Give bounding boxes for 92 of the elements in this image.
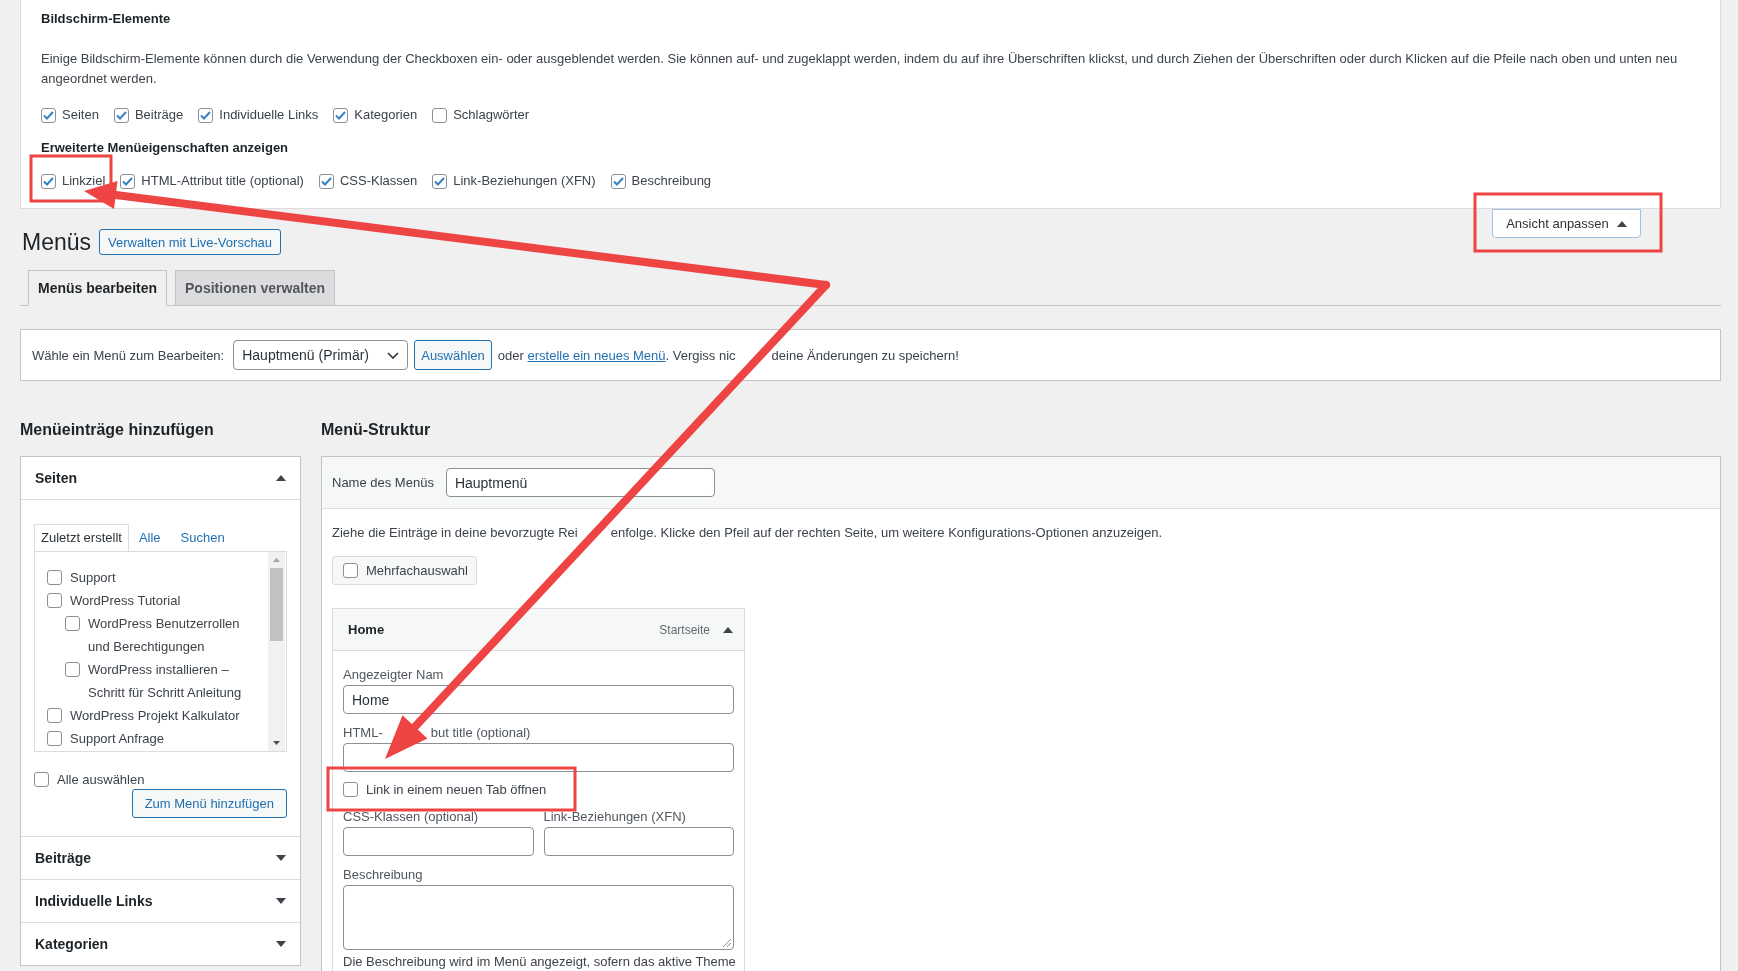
caret-down-icon[interactable] (273, 741, 280, 745)
checkbox[interactable] (47, 731, 62, 746)
checkbox[interactable] (432, 107, 448, 123)
filter-tab[interactable]: Suchen (170, 525, 235, 551)
checkbox[interactable] (610, 173, 626, 189)
field-label: CSS-Klassen (optional) (343, 809, 479, 824)
checkbox[interactable] (318, 173, 334, 189)
page-item-label: WordPress Tutorial (70, 592, 181, 610)
page-title: Menüs (22, 229, 92, 255)
field-label: Beschreibung (343, 867, 423, 882)
field-label: Name des Menüs (332, 475, 434, 490)
select-button[interactable]: Auswählen (414, 340, 492, 370)
section-heading: Menü-Struktur (321, 420, 432, 440)
screen-options-button[interactable]: Ansicht anpassen (1492, 209, 1641, 238)
check-icon (122, 176, 134, 186)
page-item-label: Support Anfrage (70, 730, 164, 748)
chevron-down-icon (387, 351, 400, 359)
add-to-menu-button[interactable]: Zum Menü hinzufügen (131, 789, 287, 818)
tab[interactable]: Menüs bearbeiten (28, 270, 168, 306)
check-icon (335, 110, 347, 120)
filter-tab[interactable]: Alle (128, 525, 171, 551)
field-label: Link-Beziehungen (XFN) (543, 809, 686, 824)
text-field[interactable] (343, 827, 534, 856)
hint-text: oder erstelle ein neues Menü. Vergiss nic (497, 347, 736, 363)
field-label: Wähle ein Menü zum Bearbeiten: (32, 347, 225, 363)
checkbox-label: Beschreibung (631, 172, 712, 190)
bulk-select-button[interactable]: Mehrfachauswahl (332, 556, 477, 585)
checkbox[interactable] (343, 781, 358, 797)
check-icon (434, 176, 446, 186)
menu-name-field[interactable]: Hauptmenü (445, 468, 715, 497)
checkbox[interactable] (333, 107, 349, 123)
panel-subtitle: Erweiterte Menüeigenschaften anzeigen (41, 139, 290, 157)
check-icon (43, 110, 54, 120)
checkbox[interactable] (34, 771, 49, 787)
item-type-label: Startseite (659, 622, 710, 637)
checkbox-label: Link-Beziehungen (XFN) (453, 172, 596, 190)
checkbox-label: HTML-Attribut title (optional) (141, 172, 304, 190)
check-icon (320, 176, 332, 186)
text-field[interactable]: Home (343, 685, 734, 714)
checkbox[interactable] (65, 662, 80, 677)
checkbox[interactable] (113, 107, 129, 123)
checkbox-label: Linkziel (62, 172, 106, 190)
live-preview-button[interactable]: Verwalten mit Live-Vorschau (99, 229, 282, 255)
text-field[interactable] (543, 827, 734, 856)
scrollbar[interactable] (268, 552, 285, 751)
checkbox[interactable] (65, 616, 80, 631)
field-label: HTML- (343, 725, 383, 740)
checkbox-label: Schlagwörter (453, 106, 530, 124)
hint-text: deine Änderungen zu speichern! (771, 347, 959, 363)
page-item-label: WordPress Projekt Kalkulator (70, 707, 240, 725)
field-label: Angezeigter Nam (343, 667, 444, 682)
checkbox[interactable] (41, 107, 56, 123)
page-item-label: Support (70, 569, 116, 587)
menu-item-title: Home (348, 622, 385, 637)
create-menu-link[interactable]: erstelle ein neues Menü (527, 347, 666, 363)
checkbox[interactable] (343, 563, 358, 578)
instructions-text: Ziehe die Einträge in deine bevorzugte Rei (332, 525, 578, 540)
checkbox[interactable] (47, 708, 62, 723)
panel-title: Bildschirm-Elemente (41, 10, 172, 28)
checkbox-label: Link in einem neuen Tab öffnen (366, 781, 547, 797)
checkbox[interactable] (198, 107, 214, 123)
page-item-label: WordPress installieren – Schritt für Schritt Anleitung (88, 661, 243, 702)
checkbox-label: Kategorien (354, 106, 418, 124)
resize-grip-icon[interactable] (723, 939, 731, 947)
checkbox-label: Seiten (62, 106, 99, 124)
field-label: but title (optional) (430, 725, 531, 740)
scrollbar-thumb[interactable] (270, 568, 283, 641)
checkbox[interactable] (41, 173, 56, 189)
filter-tab[interactable]: Zuletzt erstellt (34, 524, 129, 551)
instructions-text: enfolge. Klicke den Pfeil auf der rechten Seite, um weitere Konfigurations-Optionen anzuzeigen. (610, 525, 1163, 540)
checkbox[interactable] (47, 593, 62, 608)
field-note: Die Beschreibung wird im Menü angezeigt, sofern das aktive Theme (343, 954, 736, 970)
section-heading: Menüeinträge hinzufügen (20, 420, 215, 440)
page-item-label: WordPress Benutzerrollen und Berechtigungen (88, 615, 241, 656)
menu-dropdown[interactable]: Hauptmenü (Primär) (233, 340, 409, 370)
tab[interactable]: Positionen verwalten (175, 270, 336, 306)
check-icon (115, 110, 127, 120)
checkbox[interactable] (47, 570, 62, 585)
check-icon (612, 176, 624, 186)
checkbox-label: Alle auswählen (57, 771, 145, 787)
panel-description: Einige Bildschirm-Elemente können durch die Verwendung der Checkboxen ein- oder ausgeblendet werden. Sie können auf- und zugeklappt werden, indem du auf ihre Überschriften klickst, und durch Ziehen der Überschriften oder durch Klicken auf die Pfeile nach oben und unten neu angeordnet werden. (41, 50, 1679, 88)
text-field[interactable] (343, 743, 734, 772)
caret-up-icon[interactable] (273, 558, 280, 562)
checkbox[interactable] (120, 173, 136, 189)
checkbox-label: Individuelle Links (219, 106, 319, 124)
check-icon (43, 176, 54, 186)
checkbox-label: CSS-Klassen (339, 172, 418, 190)
textarea-field[interactable] (343, 885, 734, 950)
checkbox[interactable] (432, 173, 448, 189)
checkbox-label: Beiträge (134, 106, 184, 124)
menu-item-header[interactable]: Home Startseite (333, 609, 744, 651)
check-icon (200, 110, 212, 120)
